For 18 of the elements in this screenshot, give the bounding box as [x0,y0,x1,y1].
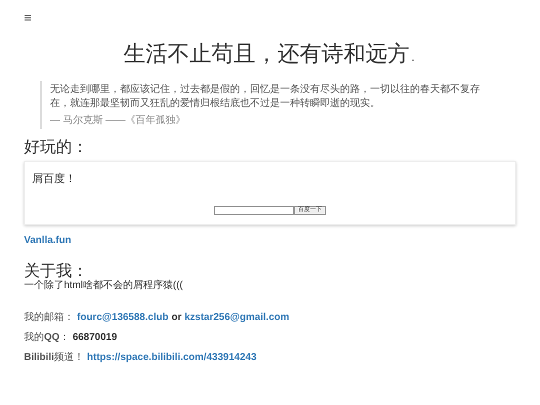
menu-icon[interactable]: ≡ [24,10,32,25]
bio-text: 一个除了html啥都不会的屑程序猿((( [24,280,184,292]
email-link[interactable]: fourc@136588.club [77,308,168,328]
section-heading: 关于我： [24,262,89,280]
site-link[interactable]: Vanlla.fun [24,233,516,248]
quote-source: — 马尔克斯 ——《百年孤独》 [50,115,187,127]
bilibili-link[interactable]: https://space.bilibili.com/433914243 [87,348,257,368]
search-field[interactable] [214,206,294,215]
qq-number: 66870019 [72,331,118,345]
email-link[interactable]: kzstar256@gmail.com [184,308,290,328]
qq-label: 我的QQ： [24,330,70,345]
bilibili-label: Bilibili频道！ [24,350,84,365]
email-label: 我的邮箱： [24,310,74,325]
quote-text: 无论走到哪里，都应该记住，过去都是假的，回忆是一条没有尽头的路，一切以往的春天都不复存在，就连那最坚韧而又狂乱的爱情归根结底也不过是一种转瞬即逝的现实。 [50,83,481,111]
joiner-text: or [171,311,182,325]
section-heading: 好玩的： [24,136,89,158]
page-title: 生活不止苟且，还有诗和远方. [122,41,418,69]
card-text: 屑百度！ [32,172,77,187]
